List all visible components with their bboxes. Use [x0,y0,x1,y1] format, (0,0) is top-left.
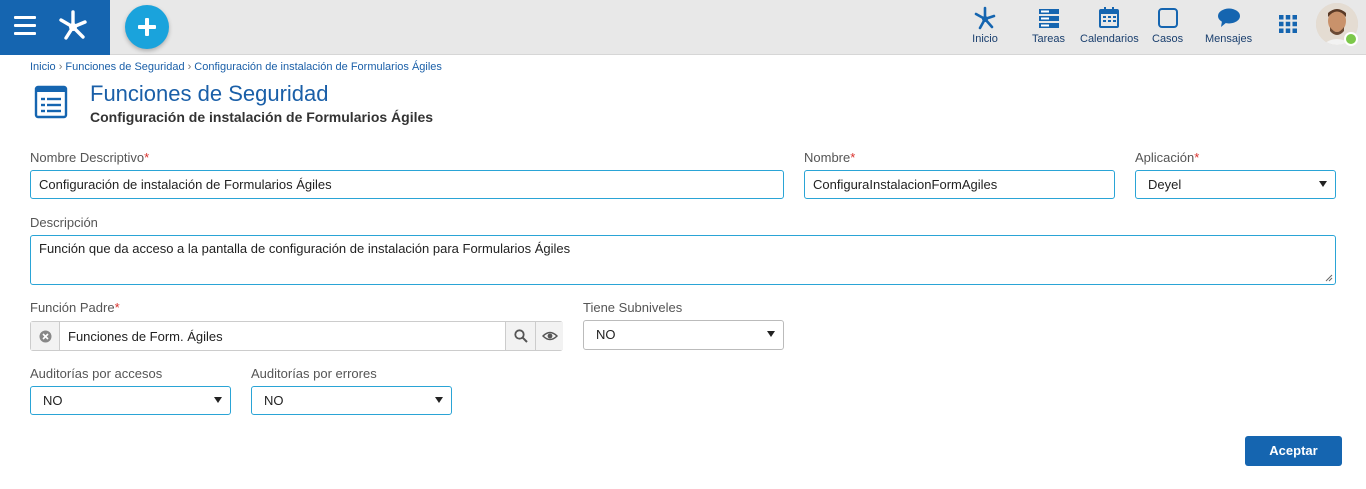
breadcrumb: Inicio › Funciones de Seguridad › Configurac… [30,61,442,73]
breadcrumb-inicio[interactable]: Inicio [30,61,56,73]
apps-grid-icon[interactable] [1279,15,1297,33]
top-navigation-bar: Inicio Tareas Calendarios Casos Mensajes [0,0,1366,55]
deyel-logo-icon[interactable] [56,8,92,42]
breadcrumb-current[interactable]: Configuración de instalación de Formular… [194,61,442,73]
auditorias-accesos-value: NO [43,393,63,408]
auditorias-errores-label: Auditorías por errores [251,366,377,381]
chevron-down-icon [767,331,775,337]
tasks-icon [1038,9,1059,28]
descripcion-label: Descripción [30,215,98,230]
nav-mensajes[interactable]: Mensajes [1205,6,1252,45]
online-status-indicator [1344,32,1358,46]
tiene-subniveles-value: NO [596,327,616,342]
create-new-button[interactable] [125,5,169,49]
menu-icon[interactable] [14,16,36,36]
auditorias-accesos-select[interactable]: NO [30,386,231,415]
auditorias-accesos-label: Auditorías por accesos [30,366,163,381]
nav-calendarios-label: Calendarios [1080,33,1139,45]
chevron-down-icon [214,397,222,403]
accept-button[interactable]: Aceptar [1245,436,1342,466]
clear-icon [39,330,52,343]
nav-calendarios[interactable]: Calendarios [1080,6,1139,45]
breadcrumb-funciones-seguridad[interactable]: Funciones de Seguridad [65,61,184,73]
view-button[interactable] [535,322,563,350]
funcion-padre-label: Función Padre* [30,300,120,315]
eye-icon [542,331,558,341]
descripcion-value: Función que da acceso a la pantalla de c… [39,241,571,256]
chevron-down-icon [435,397,443,403]
deyel-home-icon [974,6,996,30]
nombre-descriptivo-field[interactable]: Configuración de instalación de Formular… [30,170,784,199]
aplicacion-label: Aplicación* [1135,150,1200,165]
auditorias-errores-select[interactable]: NO [251,386,452,415]
nav-inicio-label: Inicio [972,33,998,45]
calendar-icon [1099,7,1120,28]
nav-tareas-label: Tareas [1032,33,1066,45]
nav-mensajes-label: Mensajes [1205,33,1253,45]
aplicacion-select[interactable]: Deyel [1135,170,1336,199]
nav-tareas[interactable]: Tareas [1032,6,1065,45]
nombre-field[interactable]: ConfiguraInstalacionFormAgiles [804,170,1115,199]
funcion-padre-lookup: Funciones de Form. Ágiles [30,321,563,351]
resize-handle-icon[interactable] [1325,274,1333,282]
nav-inicio[interactable]: Inicio [972,6,998,45]
aplicacion-value: Deyel [1148,177,1182,192]
cases-icon [1157,8,1178,28]
chat-icon [1217,8,1240,27]
tiene-subniveles-select[interactable]: NO [583,320,784,350]
page-subtitle: Configuración de instalación de Formular… [90,109,434,125]
search-button[interactable] [505,322,535,350]
clear-button[interactable] [31,322,60,350]
page-title: Funciones de Seguridad [90,81,329,106]
tiene-subniveles-label: Tiene Subniveles [583,300,683,315]
brand-area [0,0,110,55]
nav-casos-label: Casos [1152,33,1184,45]
nombre-descriptivo-label: Nombre Descriptivo* [30,150,150,165]
nav-casos[interactable]: Casos [1152,6,1183,45]
nombre-label: Nombre* [804,150,856,165]
auditorias-errores-value: NO [264,393,284,408]
form-document-icon [34,85,68,119]
descripcion-textarea[interactable]: Función que da acceso a la pantalla de c… [30,235,1336,285]
funcion-padre-value[interactable]: Funciones de Form. Ágiles [68,329,223,344]
chevron-down-icon [1319,181,1327,187]
search-icon [514,329,528,343]
